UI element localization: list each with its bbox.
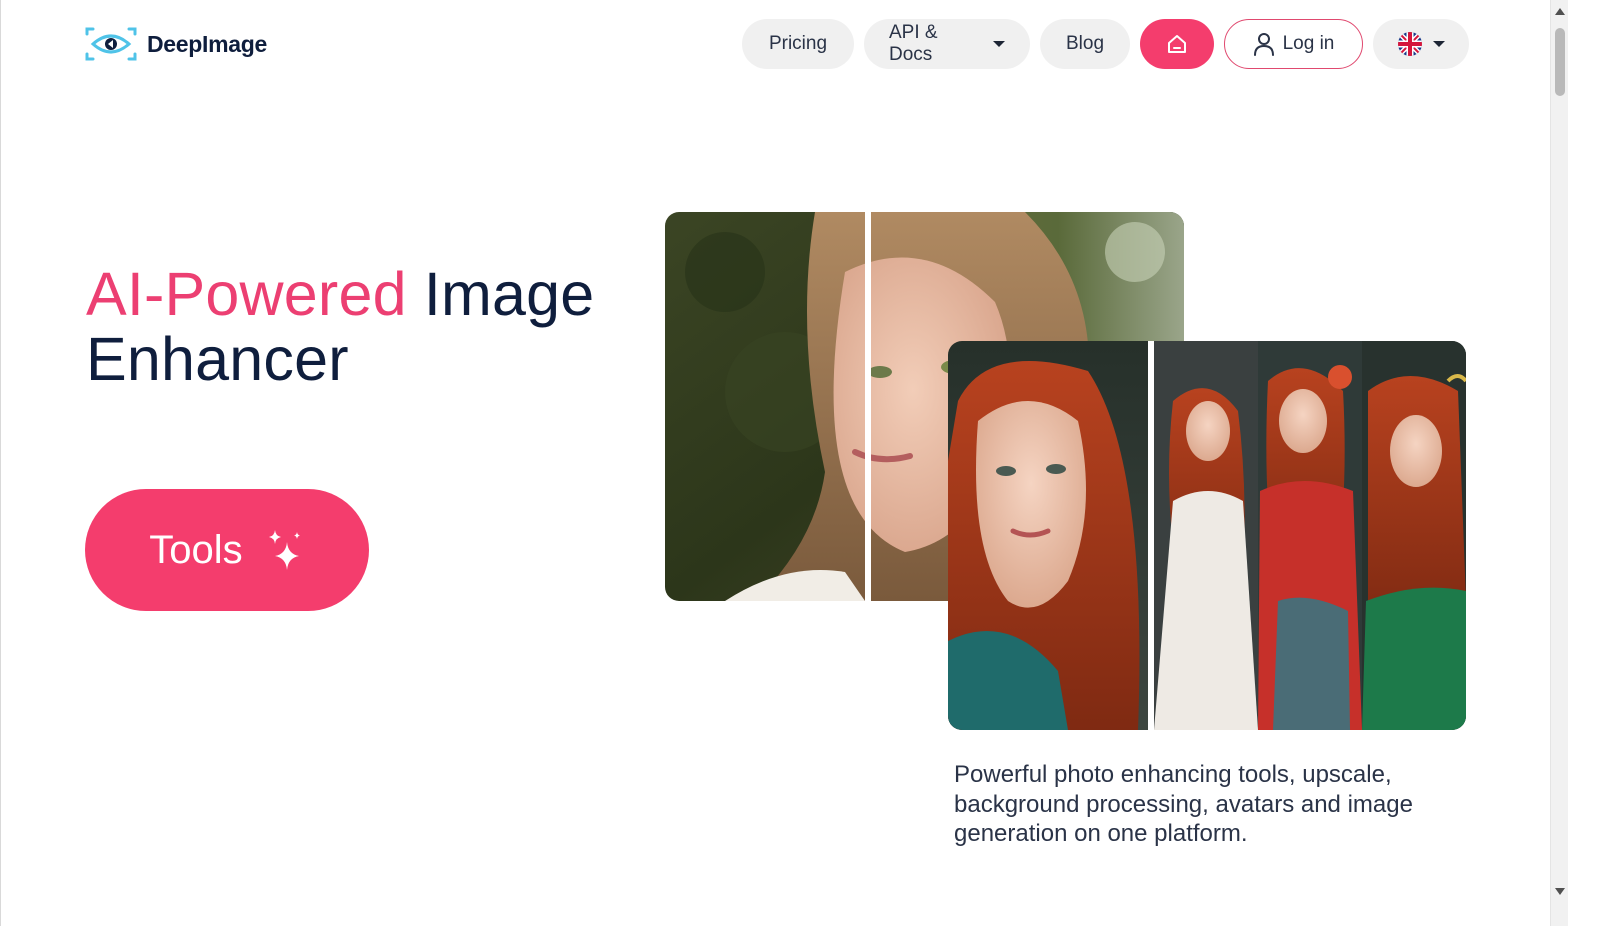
login-label: Log in bbox=[1282, 33, 1335, 54]
scrollbar-thumb[interactable] bbox=[1555, 28, 1565, 96]
window-edge bbox=[1568, 0, 1598, 926]
scroll-down-arrow-icon[interactable] bbox=[1555, 888, 1565, 895]
tools-button-label: Tools bbox=[149, 527, 243, 572]
tools-button[interactable]: Tools bbox=[85, 489, 369, 611]
eye-logo-icon bbox=[85, 26, 137, 62]
caret-down-icon bbox=[993, 41, 1005, 47]
nav-api-docs-dropdown[interactable]: API & Docs bbox=[864, 19, 1030, 69]
brand-name: DeepImage bbox=[147, 30, 268, 57]
hero-title-rest: Image bbox=[406, 260, 595, 328]
nav-api-docs-label: API & Docs bbox=[889, 22, 938, 65]
hero-title: AI-Powered Image Enhancer bbox=[86, 262, 594, 392]
language-selector[interactable] bbox=[1373, 19, 1469, 69]
before-after-collage-image bbox=[948, 341, 1466, 730]
top-nav: Pricing API & Docs Blog Log in bbox=[742, 19, 1469, 69]
nav-pricing-label: Pricing bbox=[768, 33, 828, 54]
scroll-up-arrow-icon[interactable] bbox=[1555, 8, 1565, 15]
hero-description: Powerful photo enhancing tools, upscale,… bbox=[954, 761, 1413, 847]
home-icon bbox=[1168, 35, 1186, 53]
sparkles-icon bbox=[268, 530, 300, 570]
caret-down-icon bbox=[1433, 41, 1445, 47]
nav-blog-label: Blog bbox=[1065, 33, 1105, 54]
vertical-scrollbar[interactable] bbox=[1550, 0, 1568, 926]
nav-pricing[interactable]: Pricing bbox=[742, 19, 854, 69]
user-icon bbox=[1253, 33, 1274, 56]
hero-title-line2: Enhancer bbox=[86, 325, 349, 393]
logo[interactable]: DeepImage bbox=[85, 26, 267, 62]
login-button[interactable]: Log in bbox=[1224, 19, 1363, 69]
home-button[interactable] bbox=[1140, 19, 1214, 69]
uk-flag-icon bbox=[1398, 32, 1422, 56]
page-frame: DeepImage Pricing API & Docs Blog Log in bbox=[0, 0, 1550, 926]
hero-title-accent: AI-Powered bbox=[86, 260, 407, 328]
nav-blog[interactable]: Blog bbox=[1040, 19, 1130, 69]
